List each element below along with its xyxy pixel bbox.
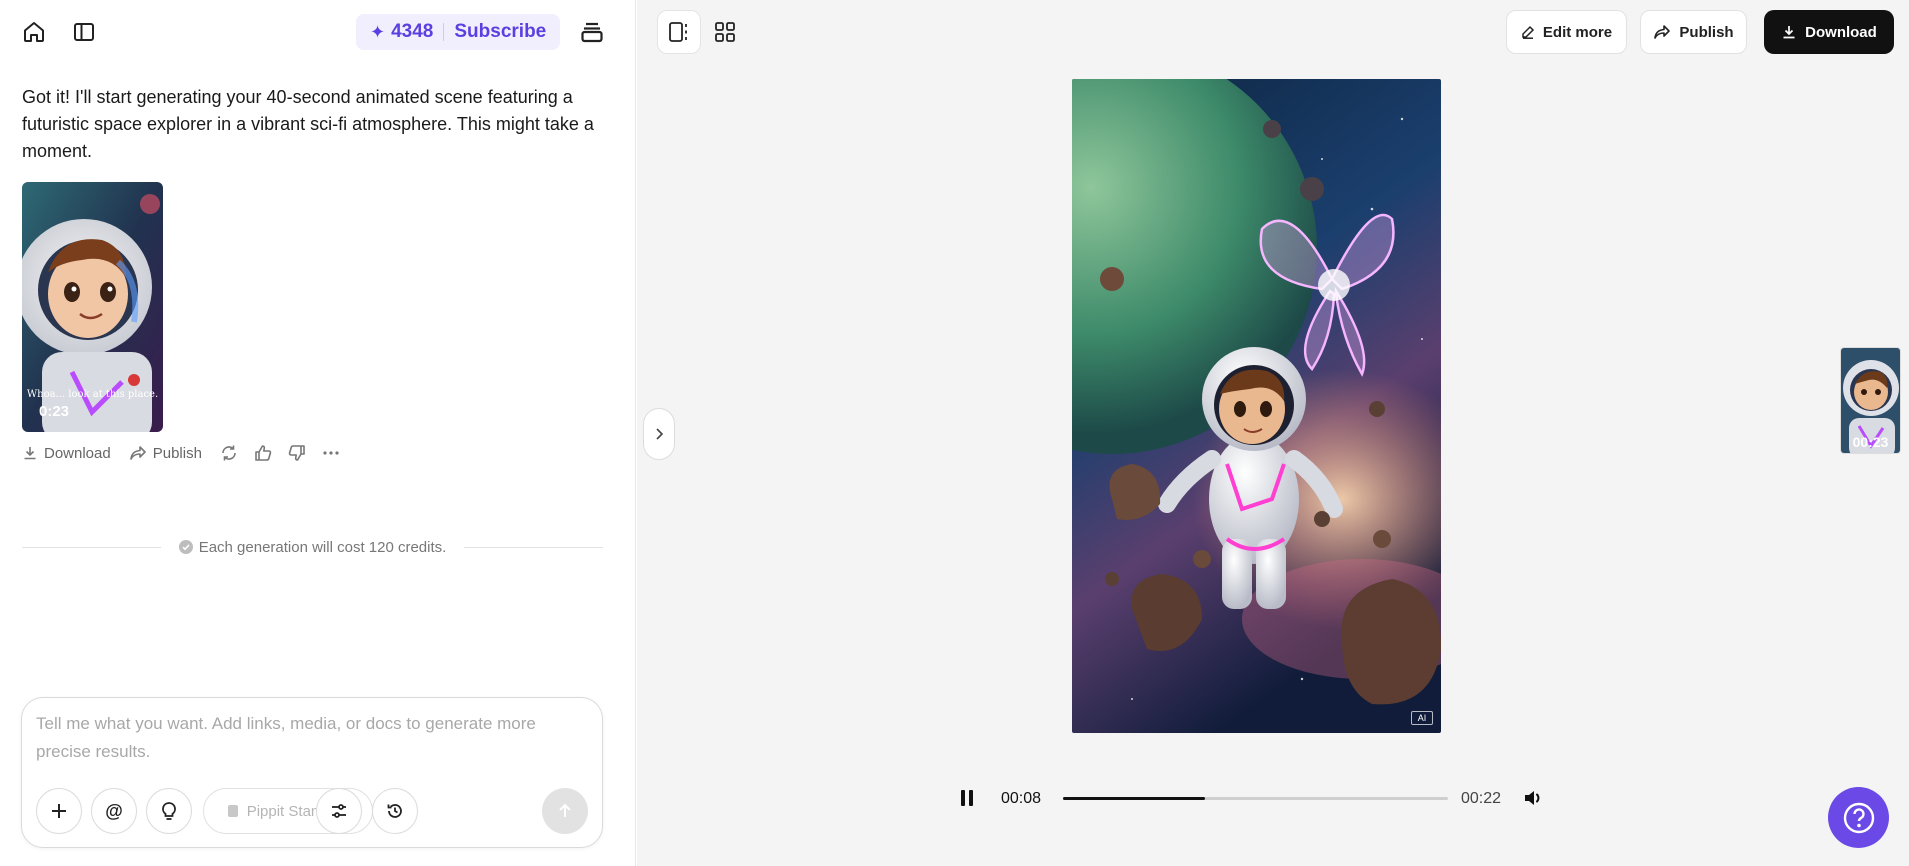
divider [464, 546, 604, 548]
download-icon [24, 447, 36, 460]
divider [22, 546, 161, 548]
clip-thumbnail[interactable]: 00:23 [1840, 347, 1901, 454]
grid-icon [715, 22, 735, 42]
download-button[interactable]: Download [1764, 10, 1894, 54]
chat-topbar: ✦ 4348 Subscribe [0, 0, 636, 64]
grid-view-button[interactable] [707, 14, 743, 50]
more-options-icon[interactable] [322, 444, 340, 462]
current-time: 00:08 [1001, 790, 1042, 807]
progress-slider[interactable] [1063, 797, 1448, 800]
single-view-icon [669, 22, 687, 42]
video-player[interactable]: AI [1072, 79, 1441, 733]
help-button[interactable] [1828, 787, 1889, 848]
preview-panel: Edit more Publish Download AI 00:08 00:2… [637, 0, 1909, 866]
publish-button[interactable]: Publish [1640, 10, 1747, 54]
astronaut-video-frame [1072, 79, 1441, 733]
ideas-button[interactable] [146, 788, 192, 834]
check-icon [178, 540, 193, 554]
generated-video-thumbnail[interactable]: Whoa... look at this place. 0:23 [22, 182, 163, 432]
ai-watermark: AI [1411, 711, 1433, 725]
share-icon [129, 446, 146, 460]
chevron-right-icon [656, 428, 664, 440]
clip-duration: 00:23 [1852, 434, 1889, 450]
cost-notice: Each generation will cost 120 credits. [22, 536, 604, 558]
download-icon [1783, 26, 1795, 39]
progress-fill [1063, 797, 1206, 800]
help-icon [1843, 802, 1874, 833]
pencil-icon [1522, 25, 1534, 39]
chat-panel: ✦ 4348 Subscribe Got it! I'll start gene… [0, 0, 636, 866]
send-button[interactable] [542, 788, 588, 834]
at-icon: @ [105, 800, 123, 821]
divider [443, 23, 445, 41]
plus-icon [52, 804, 66, 818]
publish-label: Publish [1679, 23, 1734, 41]
add-attachment-button[interactable] [36, 788, 82, 834]
prompt-input[interactable] [36, 710, 586, 770]
arrow-up-icon [559, 803, 571, 817]
mention-button[interactable]: @ [91, 788, 137, 834]
thumbs-down-icon[interactable] [288, 444, 306, 462]
cost-text: Each generation will cost 120 credits. [198, 538, 447, 556]
sparkle-icon: ✦ [370, 21, 386, 42]
playback-controls: 00:08 00:22 [955, 782, 1565, 814]
history-icon [387, 804, 402, 818]
settings-button[interactable] [316, 788, 362, 834]
credits-count: 4348 [391, 21, 434, 42]
history-button[interactable] [372, 788, 418, 834]
thumbnail-caption: Whoa... look at this place. [26, 389, 159, 400]
stack-icon[interactable] [574, 14, 610, 50]
subscribe-button[interactable]: Subscribe [454, 21, 546, 43]
share-icon [1654, 25, 1671, 39]
message-actions: Download Publish [22, 440, 358, 466]
sidebar-toggle-icon[interactable] [66, 14, 102, 50]
pause-icon[interactable] [955, 786, 979, 810]
sliders-icon [332, 804, 346, 818]
edit-more-button[interactable]: Edit more [1506, 10, 1627, 54]
edit-more-label: Edit more [1542, 23, 1613, 41]
credits-pill[interactable]: ✦ 4348 Subscribe [356, 14, 561, 50]
lightbulb-icon [162, 802, 176, 820]
regenerate-icon[interactable] [220, 444, 238, 462]
home-icon[interactable] [16, 14, 52, 50]
document-icon [227, 805, 238, 817]
single-view-button[interactable] [657, 10, 701, 54]
assistant-message: Got it! I'll start generating your 40-se… [22, 87, 594, 161]
download-action[interactable]: Download [22, 445, 111, 462]
download-label: Download [1805, 23, 1877, 41]
collapse-panel-button[interactable] [643, 408, 675, 460]
total-time: 00:22 [1461, 790, 1502, 807]
publish-label: Publish [152, 444, 202, 462]
download-label: Download [44, 444, 111, 462]
thumbs-up-icon[interactable] [254, 444, 272, 462]
thumbnail-duration: 0:23 [39, 403, 70, 420]
publish-action[interactable]: Publish [129, 445, 202, 462]
prompt-composer: @ Pippit Standard [21, 697, 603, 848]
volume-icon[interactable] [1521, 786, 1545, 810]
